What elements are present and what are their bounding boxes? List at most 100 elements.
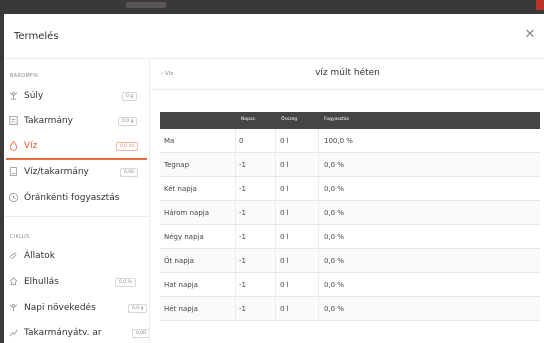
table-row: Két napja -1 0 l 0,0 % <box>160 177 540 201</box>
column-divider <box>318 225 319 249</box>
sidebar-item-water[interactable]: Víz 0,0 ml <box>4 134 149 160</box>
growth-icon <box>9 303 18 312</box>
column-divider <box>318 129 319 153</box>
table-cell: 100,0 % <box>324 137 353 145</box>
close-button[interactable]: ✕ <box>522 27 538 43</box>
column-divider <box>275 153 276 177</box>
sidebar-item-label: Víz/takarmány <box>24 167 89 177</box>
production-modal: Termelés ✕ BAROMFIK Súly 0 g Takarmány 0… <box>4 14 544 343</box>
value-badge: 0,00 <box>120 168 139 177</box>
column-header: Napsz. <box>241 117 257 122</box>
sidebar-item-label: Napi növekedés <box>24 303 96 313</box>
table-cell: Öt napja <box>164 257 194 265</box>
sidebar-item-water-feed-ratio[interactable]: Víz/takarmány 0,00 <box>4 160 149 186</box>
value-badge: 0,00 <box>132 329 149 338</box>
sidebar-item-weight[interactable]: Súly 0 g <box>4 84 149 110</box>
value-badge: 0,0 % <box>115 278 136 287</box>
table-cell: Három napja <box>164 209 210 217</box>
column-divider <box>275 249 276 273</box>
value-badge: 0,0 g <box>128 304 148 313</box>
table-cell: -1 <box>239 209 246 217</box>
table-cell: 0 l <box>280 233 289 241</box>
sidebar-item-hourly-consumption[interactable]: Óránkénti fogyasztás <box>4 186 149 212</box>
value-badge: 0,0 ml <box>116 142 139 151</box>
sidebar-item-label: Állatok <box>24 251 55 261</box>
value-badge: 0,0 g <box>118 117 138 126</box>
section-label-cycle: CIKLUS <box>10 234 30 240</box>
table-row: Hat napja -1 0 l 0,0 % <box>160 273 540 297</box>
background-tab <box>126 2 166 8</box>
table-cell: 0,0 % <box>324 185 345 193</box>
table-cell: -1 <box>239 161 246 169</box>
table-cell: 0,0 % <box>324 209 345 217</box>
table-row: Ma 0 0 l 100,0 % <box>160 129 540 153</box>
table-cell: -1 <box>239 281 246 289</box>
column-divider <box>275 273 276 297</box>
table-cell: 0 l <box>280 257 289 265</box>
table-row: Hét napja -1 0 l 0,0 % <box>160 297 540 321</box>
water-drop-icon <box>9 140 18 151</box>
sidebar-item-feed[interactable]: Takarmány 0,0 g <box>4 109 149 135</box>
ratio-icon <box>9 167 18 176</box>
clock-icon <box>9 193 18 202</box>
column-divider <box>318 273 319 297</box>
table-row: Négy napja -1 0 l 0,0 % <box>160 225 540 249</box>
column-divider <box>235 297 236 321</box>
notification-mark <box>536 0 544 10</box>
table-cell: 0 l <box>280 185 289 193</box>
table-cell: Két napja <box>164 185 197 193</box>
table-cell: 0 l <box>280 209 289 217</box>
sidebar-item-label: Elhullás <box>24 277 59 287</box>
column-divider <box>235 201 236 225</box>
app-topbar <box>0 0 544 14</box>
sidebar-item-daily-growth[interactable]: Napi növekedés 0,0 g <box>4 296 149 322</box>
sidebar-item-animals[interactable]: Állatok <box>4 244 149 270</box>
sidebar-item-label: Takarmányátv. ar <box>24 328 102 338</box>
table-row: Tegnap -1 0 l 0,0 % <box>160 153 540 177</box>
column-divider <box>235 273 236 297</box>
sidebar: BAROMFIK Súly 0 g Takarmány 0,0 g Víz 0,… <box>4 60 150 343</box>
column-divider <box>235 225 236 249</box>
column-divider <box>275 225 276 249</box>
sidebar-item-mortality[interactable]: Elhullás 0,0 % <box>4 270 149 296</box>
table-cell: 0,0 % <box>324 305 345 313</box>
scale-icon <box>9 91 18 100</box>
column-divider <box>275 177 276 201</box>
section-label-poultry: BAROMFIK <box>10 73 39 79</box>
sidebar-item-feed-conversion[interactable]: Takarmányátv. ar 0,00 <box>4 321 149 343</box>
table-cell: -1 <box>239 233 246 241</box>
table-cell: 0 <box>239 137 244 145</box>
table-cell: -1 <box>239 305 246 313</box>
table-cell: 0,0 % <box>324 161 345 169</box>
modal-title: Termelés <box>14 31 59 42</box>
main-content: ‹ Víz víz múlt héten Napsz. Összeg Fogya… <box>151 60 544 343</box>
sidebar-item-label: Takarmány <box>24 116 73 126</box>
table-cell: 0,0 % <box>324 233 345 241</box>
sidebar-item-label: Súly <box>24 91 44 101</box>
modal-header: Termelés ✕ <box>4 14 544 59</box>
sidebar-item-label: Víz <box>24 141 38 151</box>
column-divider <box>235 177 236 201</box>
value-badge: 0 g <box>122 92 138 101</box>
table-cell: 0 l <box>280 281 289 289</box>
table-row: Három napja -1 0 l 0,0 % <box>160 201 540 225</box>
column-divider <box>275 129 276 153</box>
column-divider <box>275 201 276 225</box>
column-divider <box>275 297 276 321</box>
column-divider <box>318 297 319 321</box>
table-cell: -1 <box>239 257 246 265</box>
column-divider <box>318 153 319 177</box>
close-icon: ✕ <box>524 27 536 42</box>
animals-icon <box>9 252 17 260</box>
table-cell: Tegnap <box>164 161 190 169</box>
table-cell: Hét napja <box>164 305 198 313</box>
sidebar-item-label: Óránkénti fogyasztás <box>24 193 120 203</box>
column-divider <box>318 201 319 225</box>
column-divider <box>235 153 236 177</box>
table-cell: Ma <box>164 137 175 145</box>
column-divider <box>235 129 236 153</box>
content-header: ‹ Víz víz múlt héten <box>151 60 544 90</box>
mortality-icon <box>9 277 18 286</box>
table-cell: -1 <box>239 185 246 193</box>
fcr-icon <box>9 329 18 337</box>
